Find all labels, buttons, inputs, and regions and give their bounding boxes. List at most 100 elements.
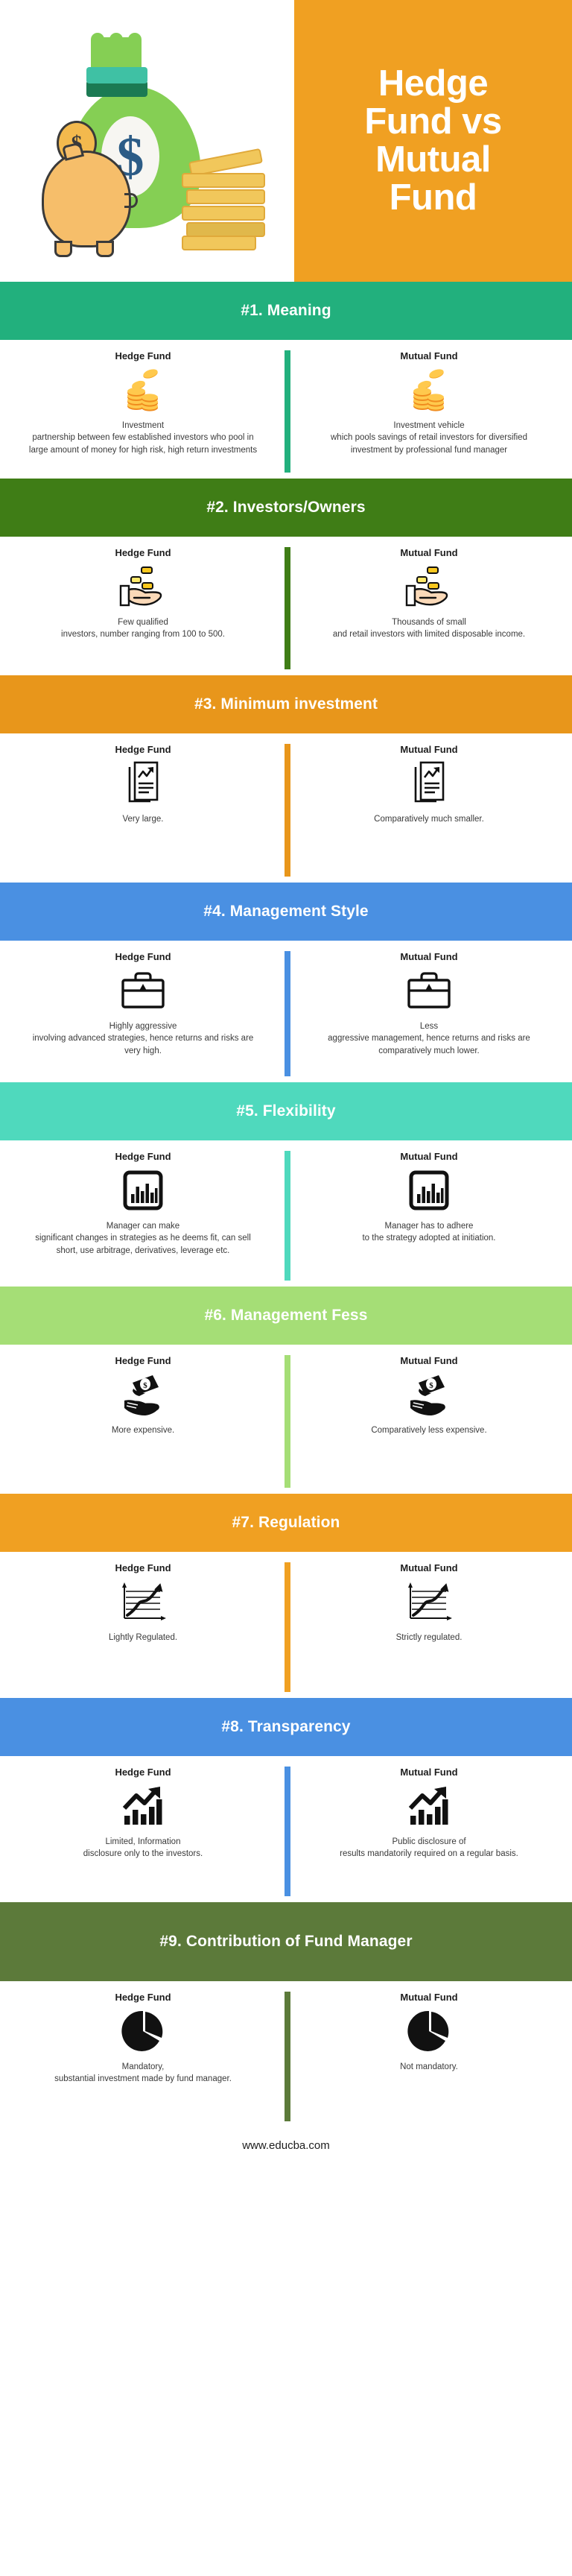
mutual-column-text: Public disclosure of results mandatorily …: [340, 1837, 518, 1859]
mutual-column-text: Manager has to adhere to the strategy ado…: [362, 1222, 496, 1243]
mutual-column-text: Comparatively much smaller.: [374, 815, 484, 824]
hand-with-banknote-icon: $: [120, 1371, 166, 1418]
mutual-column-label: Mutual Fund: [400, 744, 458, 755]
section-band-regulation: #7. Regulation: [0, 1494, 572, 1552]
mutual-column-investors-owners: Mutual Fund Thousands of small and retail…: [286, 537, 572, 675]
section-title-management-fess: #6. Management Fess: [204, 1306, 368, 1324]
section-band-flexibility: #5. Flexibility: [0, 1082, 572, 1140]
mutual-column-management-style: Mutual Fund Less aggressive management, h…: [286, 941, 572, 1082]
mutual-column-label: Mutual Fund: [400, 951, 458, 962]
header-title-block: Hedge Fund vs Mutual Fund: [294, 0, 572, 282]
svg-text:$: $: [143, 1381, 147, 1390]
column-divider: [285, 1562, 290, 1692]
mutual-column-label: Mutual Fund: [400, 1151, 458, 1162]
column-divider: [285, 1767, 290, 1896]
infographic-page: $ $ Hedge: [0, 0, 572, 2576]
mutual-column-regulation: Mutual Fund Strictly regulated.: [286, 1552, 572, 1698]
money-bag-icon: $ $: [39, 25, 270, 264]
hedge-column-contribution-of-fund-manager: Hedge Fund Mandatory, substantial investm…: [0, 1981, 286, 2127]
briefcase-icon: [120, 967, 166, 1014]
section-band-management-fess: #6. Management Fess: [0, 1287, 572, 1345]
pie-chart-icon: [121, 2007, 165, 2055]
page-title: Hedge Fund vs Mutual Fund: [364, 65, 502, 218]
coin-stack-icon: [182, 148, 270, 250]
section-band-management-style: #4. Management Style: [0, 883, 572, 941]
title-line-3: Mutual: [375, 139, 491, 180]
line-graph-arrow-icon: [118, 1578, 168, 1626]
section-title-regulation: #7. Regulation: [232, 1513, 340, 1531]
footer: www.educba.com: [0, 2127, 572, 2152]
hedge-column-management-style: Hedge Fund Highly aggressive involving ad…: [0, 941, 286, 1082]
hedge-column-text: Highly aggressive involving advanced stra…: [32, 1022, 254, 1055]
mutual-column-label: Mutual Fund: [400, 547, 458, 558]
sections-container: #1. Meaning Hedge Fund Investment partners…: [0, 282, 572, 2127]
svg-text:$: $: [429, 1381, 433, 1390]
section-body-flexibility: Hedge Fund Manager can make significant c…: [0, 1140, 572, 1287]
hedge-column-text: More expensive.: [111, 1426, 175, 1435]
hedge-column-label: Hedge Fund: [115, 744, 171, 755]
mutual-column-contribution-of-fund-manager: Mutual Fund Not mandatory.: [286, 1981, 572, 2127]
section-body-investors-owners: Hedge Fund Few qualified investors, numbe…: [0, 537, 572, 675]
hedge-column-text: Very large.: [122, 815, 164, 824]
bar-chart-box-icon: [123, 1167, 163, 1214]
section-title-minimum-investment: #3. Minimum investment: [194, 695, 378, 713]
mutual-column-minimum-investment: Mutual Fund Comparatively much smaller.: [286, 733, 572, 883]
section-band-minimum-investment: #3. Minimum investment: [0, 675, 572, 733]
title-line-4: Fund: [389, 177, 477, 218]
hedge-column-text: Few qualified investors, number ranging f…: [61, 618, 225, 640]
section-title-management-style: #4. Management Style: [203, 902, 369, 920]
line-graph-arrow-icon: [404, 1578, 454, 1626]
column-divider: [285, 744, 290, 877]
hedge-column-meaning: Hedge Fund Investment partnership between…: [0, 340, 286, 479]
hedge-column-label: Hedge Fund: [115, 1992, 171, 2003]
hedge-column-label: Hedge Fund: [115, 350, 171, 362]
section-body-contribution-of-fund-manager: Hedge Fund Mandatory, substantial investm…: [0, 1981, 572, 2127]
mutual-column-text: Strictly regulated.: [395, 1633, 463, 1642]
mutual-column-text: Less aggressive management, hence returns…: [328, 1022, 530, 1055]
section-body-management-fess: Hedge Fund $ More expensive. Mutual Fund …: [0, 1345, 572, 1494]
column-divider: [285, 1151, 290, 1281]
column-divider: [285, 350, 290, 473]
section-title-meaning: #1. Meaning: [241, 301, 331, 319]
hedge-column-label: Hedge Fund: [115, 951, 171, 962]
section-body-transparency: Hedge Fund Limited, Information disclosur…: [0, 1756, 572, 1902]
section-band-meaning: #1. Meaning: [0, 282, 572, 340]
mutual-column-text: Investment vehicle which pools savings of…: [331, 421, 527, 455]
document-chart-icon: [411, 760, 447, 807]
section-band-investors-owners: #2. Investors/Owners: [0, 479, 572, 537]
section-body-regulation: Hedge Fund Lightly Regulated. Mutual Fund…: [0, 1552, 572, 1698]
mutual-column-label: Mutual Fund: [400, 1992, 458, 2003]
section-title-transparency: #8. Transparency: [221, 1717, 351, 1735]
coin-stack-icon: [410, 366, 448, 414]
coin-stack-icon: [124, 366, 162, 414]
hedge-column-label: Hedge Fund: [115, 1151, 171, 1162]
section-title-flexibility: #5. Flexibility: [236, 1102, 336, 1120]
mutual-column-meaning: Mutual Fund Investment vehicle which pool…: [286, 340, 572, 479]
section-band-contribution-of-fund-manager: #9. Contribution of Fund Manager: [0, 1902, 572, 1981]
title-line-2: Fund vs: [364, 101, 502, 142]
mutual-column-label: Mutual Fund: [400, 1767, 458, 1778]
hand-with-banknote-icon: $: [406, 1371, 452, 1418]
header: $ $ Hedge: [0, 0, 572, 282]
column-divider: [285, 1355, 290, 1488]
column-divider: [285, 547, 290, 669]
mutual-column-text: Not mandatory.: [400, 2062, 458, 2071]
section-body-minimum-investment: Hedge Fund Very large. Mutual Fund Compar…: [0, 733, 572, 883]
mutual-column-flexibility: Mutual Fund Manager has to adhere to the …: [286, 1140, 572, 1287]
hedge-column-minimum-investment: Hedge Fund Very large.: [0, 733, 286, 883]
hedge-column-text: Investment partnership between few establ…: [28, 421, 258, 455]
site-url: www.educba.com: [242, 2139, 330, 2152]
hand-with-coins-icon: [118, 563, 168, 610]
section-body-meaning: Hedge Fund Investment partnership between…: [0, 340, 572, 479]
hedge-column-text: Lightly Regulated.: [108, 1633, 178, 1642]
column-divider: [285, 1992, 290, 2121]
section-title-contribution-of-fund-manager: #9. Contribution of Fund Manager: [159, 1932, 413, 1950]
hedge-column-management-fess: Hedge Fund $ More expensive.: [0, 1345, 286, 1494]
hedge-column-label: Hedge Fund: [115, 547, 171, 558]
section-title-investors-owners: #2. Investors/Owners: [206, 498, 366, 516]
hedge-column-text: Mandatory, substantial investment made by…: [54, 2062, 232, 2084]
hedge-column-label: Hedge Fund: [115, 1562, 171, 1573]
mutual-column-label: Mutual Fund: [400, 1355, 458, 1366]
mutual-column-transparency: Mutual Fund Public disclosure of results …: [286, 1756, 572, 1902]
header-illustration: $ $: [0, 0, 294, 282]
